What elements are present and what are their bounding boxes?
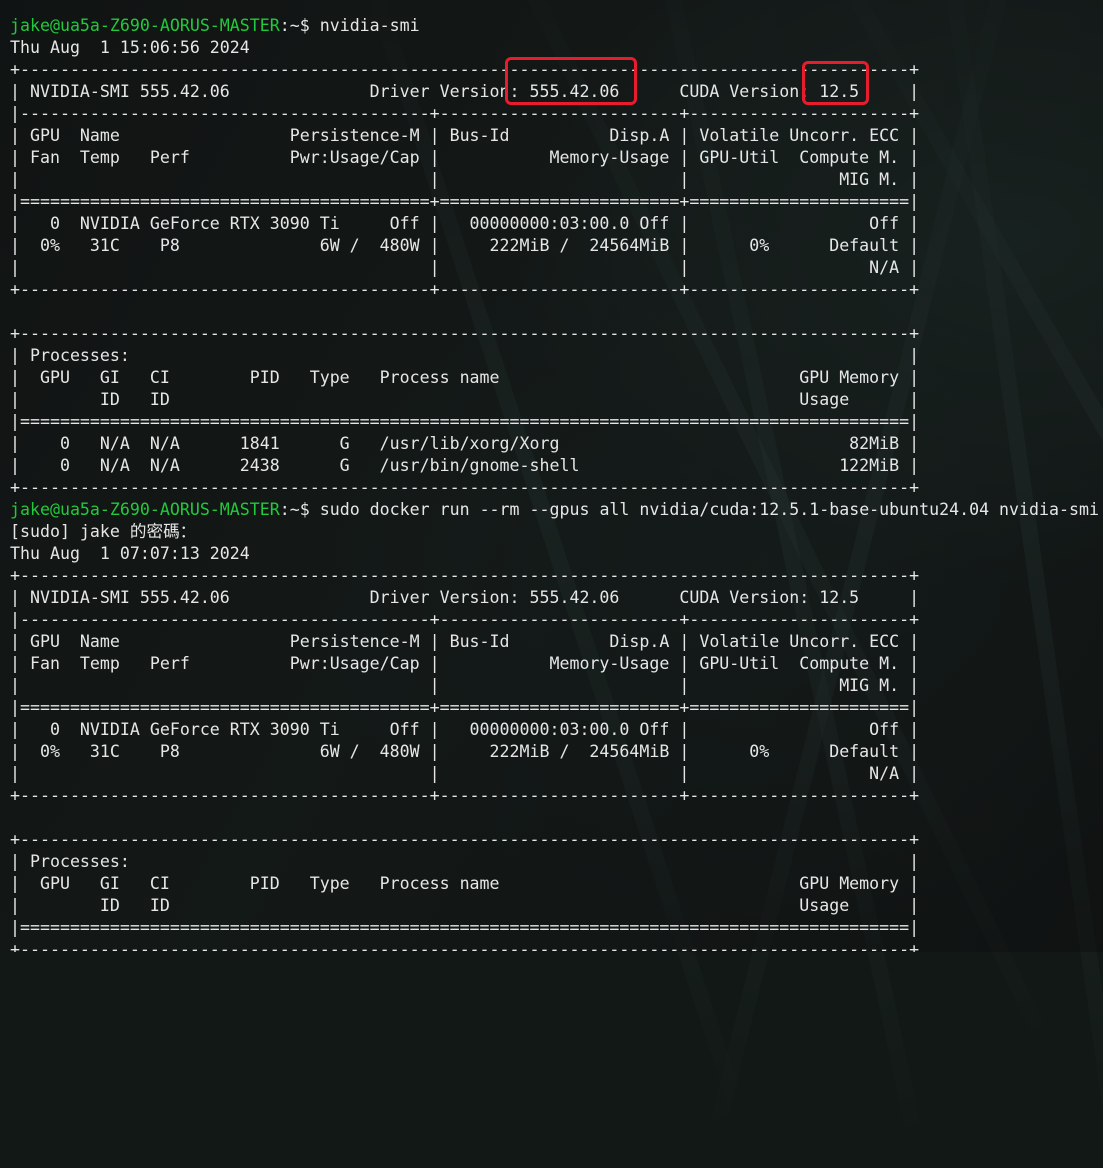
output-line: |---------------------------------------… <box>10 104 920 123</box>
output-line: +---------------------------------------… <box>10 940 920 952</box>
output-line: +---------------------------------------… <box>10 566 920 585</box>
prompt-line: jake@ua5a-Z690-AORUS-MASTER:~$ sudo dock… <box>10 499 1099 521</box>
prompt-user-host: jake@ua5a-Z690-AORUS-MASTER <box>10 500 280 519</box>
command-text: nvidia-smi <box>319 16 420 35</box>
command-text: sudo docker run --rm --gpus all nvidia/c… <box>319 500 1099 519</box>
output-line: | GPU GI CI PID Type Process name GPU Me… <box>10 874 920 893</box>
output-line: | 0% 31C P8 6W / 480W | 222MiB / 24564Mi… <box>10 236 920 255</box>
output-line: | Processes: | <box>10 852 920 871</box>
output-line: +---------------------------------------… <box>10 830 920 849</box>
output-line: | | | N/A | <box>10 764 920 783</box>
output-line: | 0% 31C P8 6W / 480W | 222MiB / 24564Mi… <box>10 742 920 761</box>
output-line: +---------------------------------------… <box>10 478 920 497</box>
output-line: | NVIDIA-SMI 555.42.06 Driver Version: 5… <box>10 82 920 101</box>
output-line: | 0 N/A N/A 1841 G /usr/lib/xorg/Xorg 82… <box>10 434 920 453</box>
output-line: | Fan Temp Perf Pwr:Usage/Cap | Memory-U… <box>10 654 920 673</box>
prompt-line: jake@ua5a-Z690-AORUS-MASTER:~$ nvidia-sm… <box>10 15 1099 37</box>
output-line: | GPU GI CI PID Type Process name GPU Me… <box>10 368 920 387</box>
output-line: |=======================================… <box>10 918 920 937</box>
output-line: |=======================================… <box>10 412 920 431</box>
prompt-user-host: jake@ua5a-Z690-AORUS-MASTER <box>10 16 280 35</box>
output-line: | GPU Name Persistence-M | Bus-Id Disp.A… <box>10 632 920 651</box>
output-line: +---------------------------------------… <box>10 280 920 299</box>
output-line: | 0 N/A N/A 2438 G /usr/bin/gnome-shell … <box>10 456 920 475</box>
prompt-path: :~$ <box>279 500 320 519</box>
output-line: |=======================================… <box>10 698 920 717</box>
output-line: | 0 NVIDIA GeForce RTX 3090 Ti Off | 000… <box>10 720 920 739</box>
output-line: | 0 NVIDIA GeForce RTX 3090 Ti Off | 000… <box>10 214 920 233</box>
terminal-output: jake@ua5a-Z690-AORUS-MASTER:~$ nvidia-sm… <box>10 0 1099 952</box>
output-line: | Processes: | <box>10 346 920 365</box>
output-line: |=======================================… <box>10 192 920 211</box>
output-line: | | | MIG M. | <box>10 170 920 189</box>
output-line: +---------------------------------------… <box>10 60 920 79</box>
output-line: | GPU Name Persistence-M | Bus-Id Disp.A… <box>10 126 920 145</box>
output-line: | Fan Temp Perf Pwr:Usage/Cap | Memory-U… <box>10 148 920 167</box>
output-line: | | | MIG M. | <box>10 676 920 695</box>
output-line: Thu Aug 1 07:07:13 2024 <box>10 544 250 563</box>
output-line: +---------------------------------------… <box>10 324 920 343</box>
output-line: Thu Aug 1 15:06:56 2024 <box>10 38 250 57</box>
output-line: +---------------------------------------… <box>10 786 920 805</box>
prompt-path: :~$ <box>279 16 320 35</box>
output-line: | ID ID Usage | <box>10 390 920 409</box>
terminal-window[interactable]: jake@ua5a-Z690-AORUS-MASTER:~$ nvidia-sm… <box>0 0 1103 952</box>
output-line: [sudo] jake 的密碼： <box>10 522 197 541</box>
output-line: | ID ID Usage | <box>10 896 920 915</box>
output-line: | | | N/A | <box>10 258 920 277</box>
output-line: |---------------------------------------… <box>10 610 920 629</box>
output-line: | NVIDIA-SMI 555.42.06 Driver Version: 5… <box>10 588 920 607</box>
